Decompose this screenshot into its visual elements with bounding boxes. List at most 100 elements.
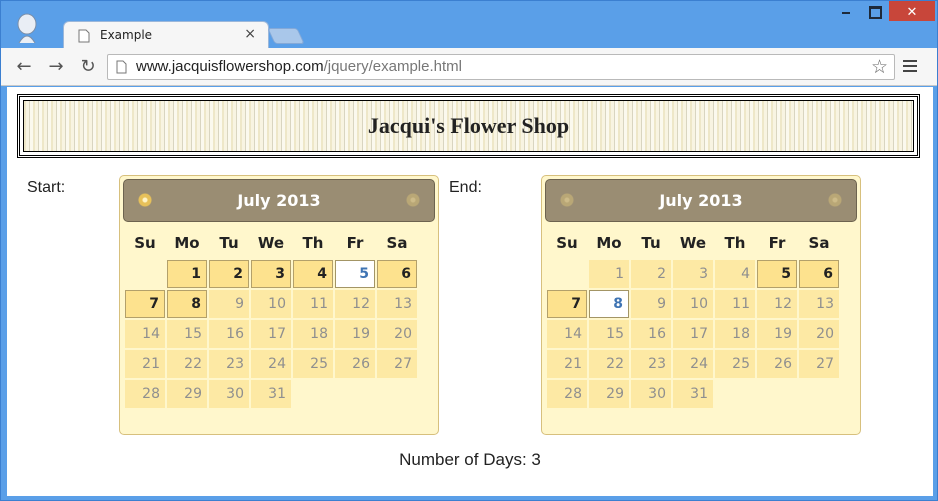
start-month-title: July 2013 bbox=[237, 191, 321, 210]
calendar-empty-cell bbox=[547, 260, 587, 288]
calendar-day[interactable]: 6 bbox=[377, 260, 417, 288]
start-calendar-grid: Su Mo Tu We Th Fr Sa 1 2 3 4 5 6 7 8 9 10 11 12 13 14 15 16 17… bbox=[123, 226, 419, 410]
url-path: /jquery/example.html bbox=[323, 58, 462, 75]
forward-arrow-icon[interactable]: → bbox=[45, 56, 67, 78]
menu-icon[interactable] bbox=[903, 60, 917, 74]
back-arrow-icon[interactable]: ← bbox=[13, 56, 35, 78]
weekday-label: Su bbox=[134, 234, 156, 252]
calendar-day[interactable]: 7 bbox=[547, 290, 587, 318]
maximize-button[interactable] bbox=[861, 1, 887, 21]
calendar-day: 23 bbox=[631, 350, 671, 378]
calendar-day: 27 bbox=[377, 350, 417, 378]
title-bar: Example × ✕ bbox=[1, 1, 938, 49]
tab-example[interactable]: Example × bbox=[63, 21, 269, 49]
calendar-day: 15 bbox=[589, 320, 629, 348]
calendar-day: 17 bbox=[673, 320, 713, 348]
calendar-day[interactable]: 5 bbox=[757, 260, 797, 288]
calendar-day: 14 bbox=[547, 320, 587, 348]
weekday-label: Sa bbox=[386, 234, 408, 252]
calendar-empty-cell bbox=[757, 380, 797, 408]
calendar-empty-cell bbox=[293, 380, 333, 408]
weekday-header: Su Mo Tu We Th Fr Sa bbox=[547, 228, 839, 258]
calendar-week-row: 21 22 23 24 25 26 27 bbox=[125, 350, 417, 378]
weekday-label: Th bbox=[302, 234, 324, 252]
calendar-day: 16 bbox=[209, 320, 249, 348]
new-tab-button[interactable] bbox=[267, 28, 305, 44]
user-avatar-icon[interactable] bbox=[15, 13, 39, 43]
calendar-day: 4 bbox=[715, 260, 755, 288]
calendar-day[interactable]: 4 bbox=[293, 260, 333, 288]
weekday-label: Fr bbox=[346, 234, 364, 252]
banner-background: Jacqui's Flower Shop bbox=[23, 100, 914, 152]
close-icon: ✕ bbox=[906, 5, 918, 20]
calendar-day: 24 bbox=[251, 350, 291, 378]
calendar-day: 30 bbox=[631, 380, 671, 408]
calendar-day: 11 bbox=[715, 290, 755, 318]
calendar-day[interactable]: 5 bbox=[335, 260, 375, 288]
calendar-day: 15 bbox=[167, 320, 207, 348]
weekday-label: Su bbox=[556, 234, 578, 252]
calendar-day[interactable]: 2 bbox=[209, 260, 249, 288]
calendar-day: 13 bbox=[377, 290, 417, 318]
close-window-button[interactable]: ✕ bbox=[889, 1, 935, 21]
calendar-day: 18 bbox=[293, 320, 333, 348]
reload-icon[interactable]: ↻ bbox=[77, 56, 99, 78]
start-datepicker: July 2013 Su Mo Tu We Th Fr Sa 1 2 3 4 5 6 7 8 9 10 11 12… bbox=[119, 175, 439, 435]
weekday-label: Tu bbox=[219, 234, 239, 252]
calendar-day: 11 bbox=[293, 290, 333, 318]
calendar-week-row: 21 22 23 24 25 26 27 bbox=[547, 350, 839, 378]
tab-close-icon[interactable]: × bbox=[244, 26, 256, 42]
calendar-day: 21 bbox=[547, 350, 587, 378]
calendar-day[interactable]: 6 bbox=[799, 260, 839, 288]
calendar-empty-cell bbox=[125, 260, 165, 288]
weekday-label: Tu bbox=[641, 234, 661, 252]
minimize-button[interactable] bbox=[833, 1, 859, 21]
calendar-day: 28 bbox=[547, 380, 587, 408]
calendar-day: 28 bbox=[125, 380, 165, 408]
calendar-day: 16 bbox=[631, 320, 671, 348]
calendar-day[interactable]: 1 bbox=[167, 260, 207, 288]
bookmark-star-icon[interactable]: ☆ bbox=[871, 56, 888, 78]
end-calendar-grid: Su Mo Tu We Th Fr Sa 1 2 3 4 5 6 7 8 9 10 11 12 13 14 15 16 17… bbox=[545, 226, 841, 410]
calendar-empty-cell bbox=[335, 380, 375, 408]
calendar-day[interactable]: 7 bbox=[125, 290, 165, 318]
end-datepicker: July 2013 Su Mo Tu We Th Fr Sa 1 2 3 4 5 6 7 8 9 10 11 12… bbox=[541, 175, 861, 435]
tab-title: Example bbox=[100, 28, 153, 42]
calendar-day[interactable]: 8 bbox=[589, 290, 629, 318]
calendar-empty-cell bbox=[715, 380, 755, 408]
weekday-label: We bbox=[679, 234, 707, 252]
calendar-day: 30 bbox=[209, 380, 249, 408]
calendar-day: 25 bbox=[293, 350, 333, 378]
calendar-week-row: 28 29 30 31 bbox=[547, 380, 839, 408]
page-title: Jacqui's Flower Shop bbox=[367, 113, 570, 138]
calendar-day: 3 bbox=[673, 260, 713, 288]
start-next-month-icon[interactable] bbox=[406, 193, 420, 207]
calendar-day: 25 bbox=[715, 350, 755, 378]
end-month-title: July 2013 bbox=[659, 191, 743, 210]
calendar-week-row: 123456 bbox=[547, 260, 839, 288]
calendar-day: 26 bbox=[335, 350, 375, 378]
start-datepicker-header: July 2013 bbox=[123, 179, 435, 222]
calendar-day: 29 bbox=[589, 380, 629, 408]
weekday-header: Su Mo Tu We Th Fr Sa bbox=[125, 228, 417, 258]
end-next-month-icon[interactable] bbox=[828, 193, 842, 207]
calendar-day[interactable]: 3 bbox=[251, 260, 291, 288]
calendar-day: 12 bbox=[335, 290, 375, 318]
calendar-day: 13 bbox=[799, 290, 839, 318]
weekday-label: We bbox=[257, 234, 285, 252]
calendar-week-row: 7 8 9 10 11 12 13 bbox=[547, 290, 839, 318]
calendar-day: 17 bbox=[251, 320, 291, 348]
weekday-label: Mo bbox=[596, 234, 622, 252]
calendar-day[interactable]: 8 bbox=[167, 290, 207, 318]
calendar-week-row: 14 15 16 17 18 19 20 bbox=[125, 320, 417, 348]
calendar-day: 20 bbox=[377, 320, 417, 348]
calendar-day: 22 bbox=[589, 350, 629, 378]
calendar-week-row: 28 29 30 31 bbox=[125, 380, 417, 408]
url-host: www.jacquisflowershop.com bbox=[136, 58, 324, 75]
calendar-day: 12 bbox=[757, 290, 797, 318]
calendar-day: 24 bbox=[673, 350, 713, 378]
weekday-label: Fr bbox=[768, 234, 786, 252]
address-bar[interactable]: www.jacquisflowershop.com/jquery/example… bbox=[107, 54, 895, 80]
calendar-day: 10 bbox=[673, 290, 713, 318]
calendar-week-row: 7 8 9 10 11 12 13 bbox=[125, 290, 417, 318]
